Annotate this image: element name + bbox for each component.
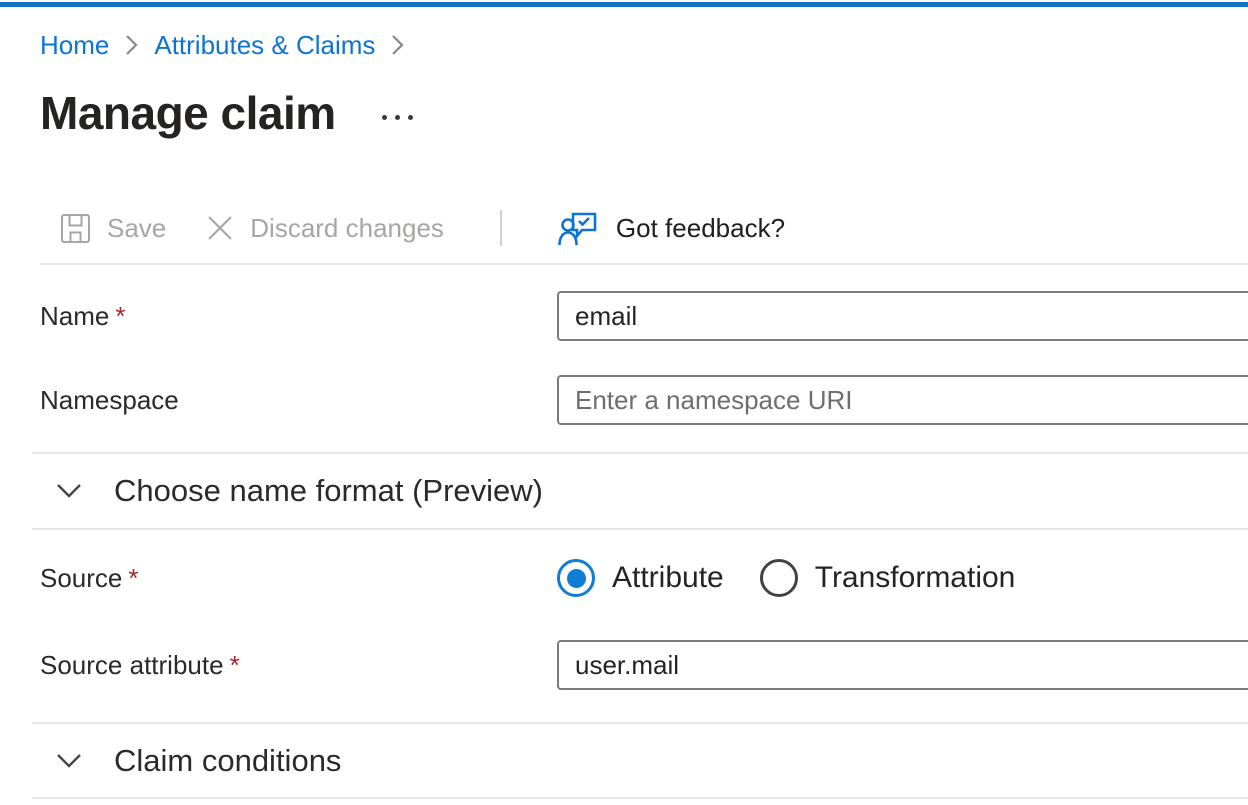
chevron-right-icon	[124, 33, 139, 57]
chevron-right-icon	[390, 33, 405, 57]
radio-circle	[760, 559, 798, 597]
window-top-accent-bar	[0, 2, 1248, 7]
namespace-input[interactable]	[557, 375, 1248, 425]
radio-attribute[interactable]: Attribute	[557, 559, 724, 597]
chevron-down-icon	[55, 752, 83, 770]
divider	[40, 263, 1248, 265]
source-field-row: Source* Attribute Transformation	[40, 556, 1248, 600]
required-marker: *	[115, 301, 125, 331]
section-label: Choose name format (Preview)	[114, 473, 543, 509]
divider	[32, 797, 1248, 799]
source-attribute-input[interactable]	[557, 640, 1248, 690]
radio-transformation[interactable]: Transformation	[760, 559, 1016, 597]
radio-attribute-label: Attribute	[612, 561, 724, 595]
got-feedback-label: Got feedback?	[616, 213, 785, 244]
source-attribute-field-row: Source attribute*	[40, 640, 1248, 690]
name-input[interactable]	[557, 291, 1248, 341]
source-radio-group: Attribute Transformation	[557, 559, 1051, 597]
section-choose-name-format[interactable]: Choose name format (Preview)	[40, 454, 1248, 528]
discard-changes-button[interactable]: Discard changes	[206, 213, 444, 244]
save-button-label: Save	[107, 213, 166, 244]
page-title: Manage claim	[40, 86, 336, 140]
got-feedback-button[interactable]: Got feedback?	[558, 210, 785, 247]
name-field-label: Name*	[40, 301, 557, 332]
breadcrumb-link-attributes-claims[interactable]: Attributes & Claims	[154, 30, 375, 60]
x-mark-icon	[206, 214, 234, 242]
namespace-field-row: Namespace	[40, 375, 1248, 425]
divider	[32, 528, 1248, 530]
save-icon	[60, 213, 91, 244]
section-claim-conditions[interactable]: Claim conditions	[40, 724, 1248, 797]
required-marker: *	[128, 563, 138, 593]
ellipsis-menu-icon[interactable]	[382, 107, 413, 120]
namespace-field-label: Namespace	[40, 385, 557, 416]
feedback-icon	[558, 210, 600, 247]
page-content: Home Attributes & Claims Manage claim Sa…	[0, 30, 1248, 799]
command-bar: Save Discard changes Got feedback?	[40, 205, 1248, 251]
title-row: Manage claim	[40, 85, 1248, 141]
radio-transformation-label: Transformation	[815, 561, 1016, 595]
radio-circle	[557, 559, 595, 597]
breadcrumb: Home Attributes & Claims	[40, 30, 1248, 60]
chevron-down-icon	[55, 482, 83, 500]
name-field-row: Name*	[40, 291, 1248, 341]
required-marker: *	[230, 650, 240, 680]
save-button[interactable]: Save	[60, 213, 166, 244]
source-attribute-field-label: Source attribute*	[40, 650, 557, 681]
section-label: Claim conditions	[114, 743, 341, 779]
discard-changes-label: Discard changes	[250, 213, 444, 244]
toolbar-separator	[500, 210, 502, 246]
breadcrumb-link-home[interactable]: Home	[40, 30, 109, 60]
source-field-label: Source*	[40, 563, 557, 594]
